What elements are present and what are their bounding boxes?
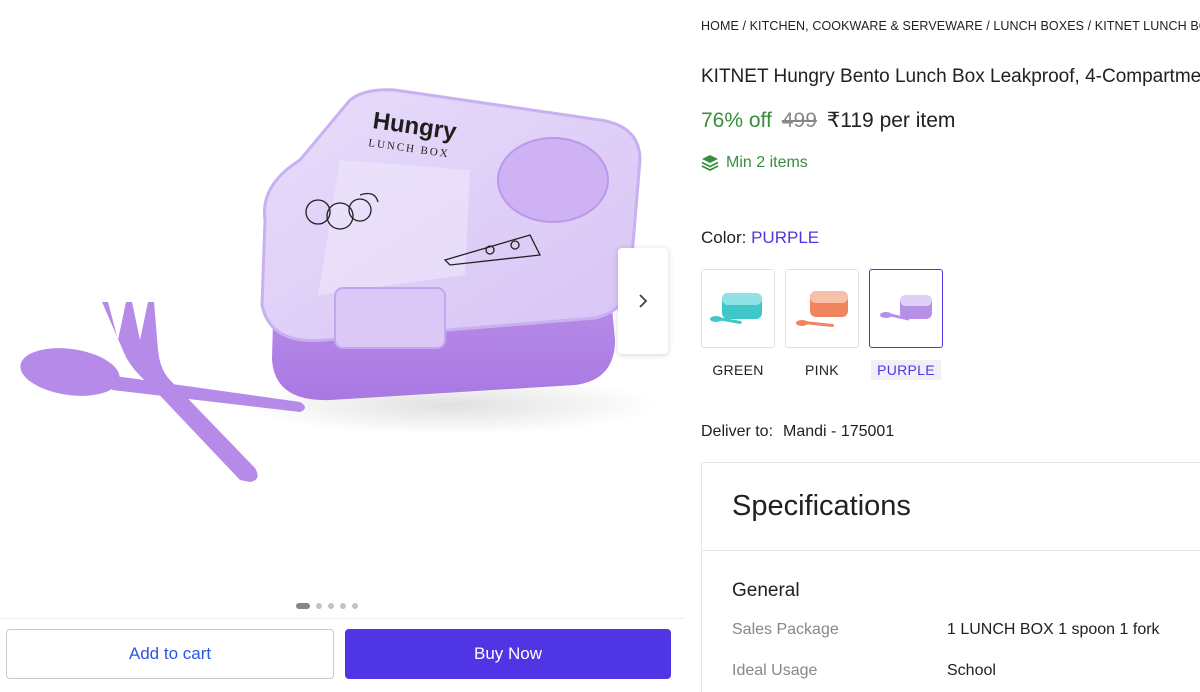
spec-key: Ideal Usage: [732, 662, 818, 679]
specifications-card: Specifications General Sales Package 1 L…: [701, 462, 1200, 692]
color-label: Color:: [701, 228, 747, 247]
product-title: KITNET Hungry Bento Lunch Box Leakproof,…: [701, 66, 1200, 87]
product-image: Hungry LUNCH BOX: [20, 88, 660, 482]
spec-group-title: General: [732, 580, 800, 601]
gallery-pagination[interactable]: [296, 603, 358, 609]
color-label-purple: PURPLE: [871, 360, 941, 380]
next-image-button[interactable]: [618, 248, 668, 354]
product-details: HOME / KITCHEN, COOKWARE & SERVEWARE / L…: [701, 0, 1200, 692]
color-option-pink[interactable]: PINK: [785, 269, 859, 380]
selected-color: PURPLE: [751, 228, 820, 247]
original-price: 499: [781, 109, 817, 132]
spec-key: Sales Package: [732, 621, 839, 638]
color-thumb-green: [701, 269, 775, 348]
product-page: Hungry LUNCH BOX Add to cart Buy Now HOM…: [0, 0, 1200, 692]
purchase-actions: Add to cart Buy Now: [0, 618, 684, 692]
deliver-to-label: Deliver to:: [701, 423, 774, 440]
gallery-dot[interactable]: [328, 603, 334, 609]
specifications-title: Specifications: [732, 490, 911, 522]
product-gallery: Hungry LUNCH BOX Add to cart Buy Now: [0, 0, 684, 692]
chevron-right-icon: [639, 294, 648, 308]
color-heading: Color: PURPLE: [701, 228, 819, 248]
fork: [102, 302, 258, 482]
color-option-purple[interactable]: PURPLE: [869, 269, 943, 380]
current-price: ₹119 per item: [826, 109, 956, 132]
gallery-dot[interactable]: [352, 603, 358, 609]
delivery-info[interactable]: Deliver to: Mandi - 175001: [701, 423, 894, 441]
stack-icon: [701, 155, 719, 172]
price-row: 76% off 499 ₹119 per item: [701, 108, 955, 133]
delivery-location: Mandi - 175001: [783, 423, 895, 440]
color-thumb-pink: [785, 269, 859, 348]
divider: [702, 550, 1200, 551]
breadcrumb[interactable]: HOME / KITCHEN, COOKWARE & SERVEWARE / L…: [701, 19, 1200, 33]
min-items-label: Min 2 items: [726, 154, 808, 171]
gallery-dot[interactable]: [340, 603, 346, 609]
buy-now-button[interactable]: Buy Now: [345, 629, 671, 679]
color-label-pink: PINK: [805, 362, 839, 378]
gallery-dot[interactable]: [296, 603, 310, 609]
min-items-notice: Min 2 items: [701, 154, 808, 172]
spec-value: 1 LUNCH BOX 1 spoon 1 fork: [947, 621, 1160, 638]
gallery-dot[interactable]: [316, 603, 322, 609]
color-option-green[interactable]: GREEN: [701, 269, 775, 380]
color-swatches: GREEN PINK PURPLE: [701, 269, 943, 380]
spec-value: School: [947, 662, 996, 679]
color-thumb-purple: [869, 269, 943, 348]
color-label-green: GREEN: [712, 362, 764, 378]
add-to-cart-button[interactable]: Add to cart: [6, 629, 334, 679]
discount-badge: 76% off: [701, 109, 772, 132]
